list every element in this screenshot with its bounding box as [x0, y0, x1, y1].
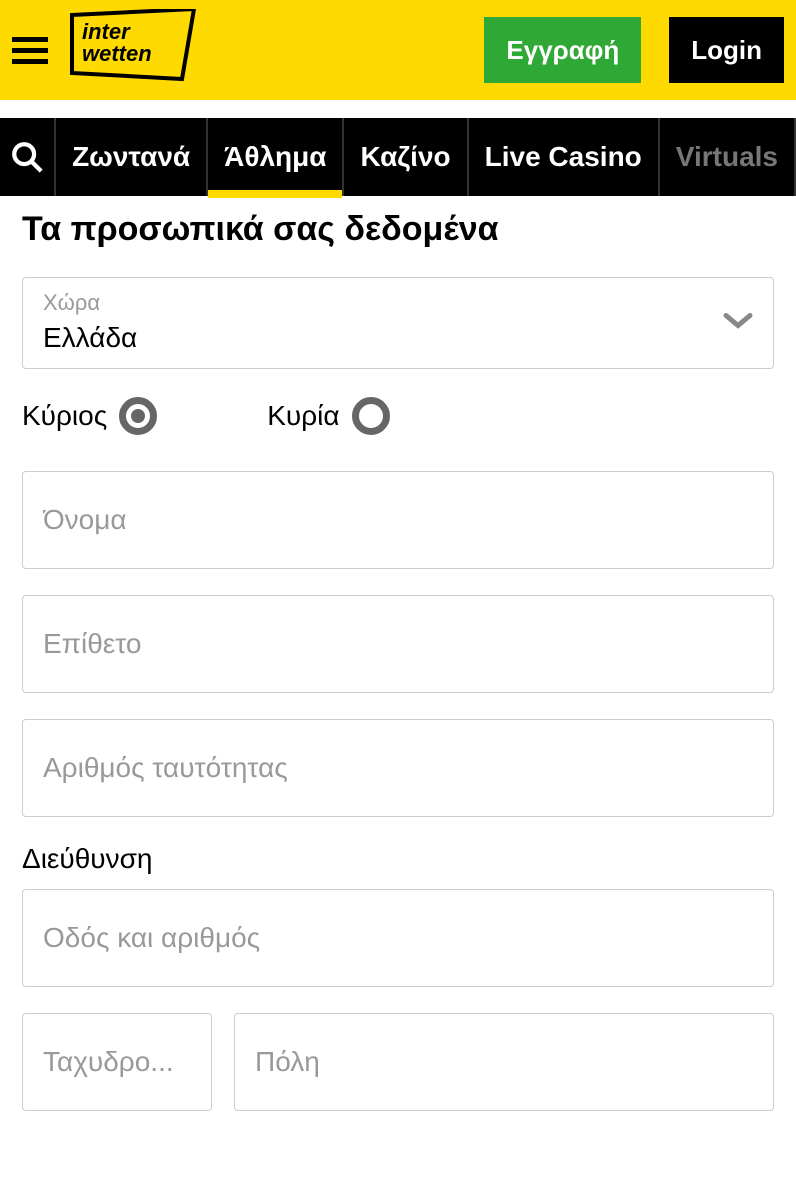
- country-select[interactable]: Χώρα Ελλάδα: [22, 277, 774, 369]
- register-button[interactable]: Εγγραφή: [484, 17, 641, 83]
- country-value: Ελλάδα: [43, 322, 753, 354]
- nav-live[interactable]: Ζωντανά: [56, 118, 208, 196]
- search-icon[interactable]: [0, 118, 56, 196]
- top-bar: inter wetten Εγγραφή Login: [0, 0, 796, 100]
- lastname-input[interactable]: [22, 595, 774, 693]
- radio-mr[interactable]: Κύριος: [22, 397, 157, 435]
- chevron-down-icon: [723, 311, 753, 336]
- radio-mrs-label: Κυρία: [267, 400, 339, 432]
- form-content: Τα προσωπικά σας δεδομένα Χώρα Ελλάδα Κύ…: [0, 196, 796, 1177]
- radio-icon: [119, 397, 157, 435]
- address-section-label: Διεύθυνση: [22, 843, 774, 875]
- login-button[interactable]: Login: [669, 17, 784, 83]
- main-nav: Ζωντανά Άθλημα Καζίνο Live Casino Virtua…: [0, 118, 796, 196]
- nav-live-casino[interactable]: Live Casino: [469, 118, 660, 196]
- page-title: Τα προσωπικά σας δεδομένα: [22, 210, 774, 249]
- nav-casino[interactable]: Καζίνο: [344, 118, 468, 196]
- firstname-input[interactable]: [22, 471, 774, 569]
- city-input[interactable]: [234, 1013, 774, 1111]
- menu-icon[interactable]: [12, 30, 52, 70]
- street-input[interactable]: [22, 889, 774, 987]
- svg-text:wetten: wetten: [82, 41, 152, 66]
- salutation-group: Κύριος Κυρία: [22, 397, 774, 435]
- nav-sport[interactable]: Άθλημα: [208, 118, 344, 196]
- postal-input[interactable]: [22, 1013, 212, 1111]
- country-label: Χώρα: [43, 290, 753, 316]
- brand-logo[interactable]: inter wetten: [68, 9, 198, 91]
- nav-virtuals[interactable]: Virtuals: [660, 118, 796, 196]
- radio-icon: [352, 397, 390, 435]
- idnumber-input[interactable]: [22, 719, 774, 817]
- radio-mr-label: Κύριος: [22, 400, 107, 432]
- radio-mrs[interactable]: Κυρία: [267, 397, 389, 435]
